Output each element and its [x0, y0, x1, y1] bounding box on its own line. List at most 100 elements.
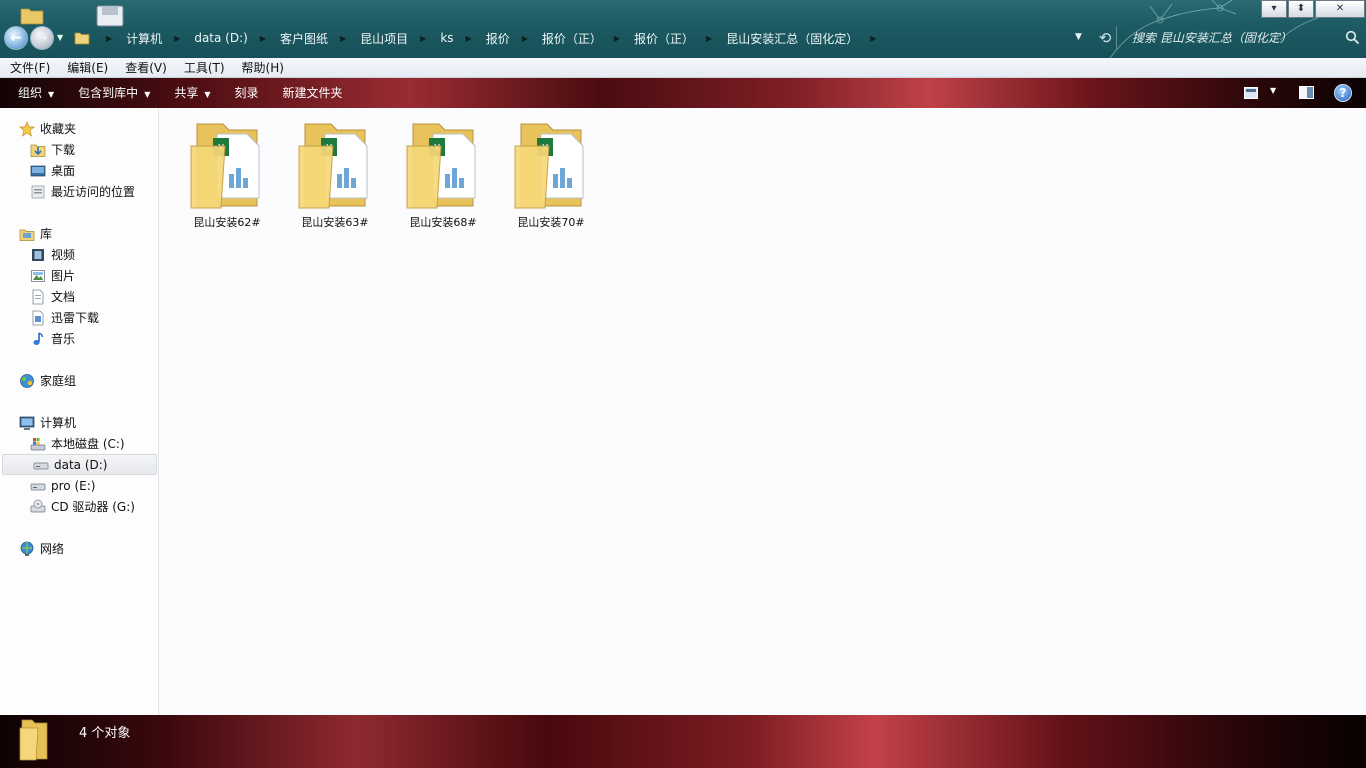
nav-homegroup-label: 家庭组: [40, 374, 77, 388]
address-history-dropdown-icon[interactable]: ▼: [1075, 32, 1082, 42]
homegroup-icon: [20, 373, 34, 388]
file-label: 昆山安装70#: [517, 216, 585, 229]
menu-help[interactable]: 帮助(H): [242, 59, 284, 76]
minimize-button[interactable]: ▾: [1261, 0, 1287, 18]
search-icon[interactable]: [1345, 30, 1360, 45]
breadcrumb-data-d[interactable]: data (D:): [194, 31, 248, 45]
nav-downloads[interactable]: 下载: [0, 139, 157, 160]
breadcrumb-ks[interactable]: ks: [440, 31, 453, 45]
nav-recent-places-label: 最近访问的位置: [51, 185, 136, 199]
drive-icon: [30, 483, 46, 490]
nav-pictures[interactable]: 图片: [0, 265, 157, 286]
close-button[interactable]: ✕: [1315, 0, 1365, 18]
menu-file[interactable]: 文件(F): [10, 59, 50, 76]
include-in-library-label: 包含到库中: [78, 86, 139, 100]
chevron-right-icon[interactable]: ▶: [870, 34, 876, 43]
chevron-right-icon[interactable]: ▶: [174, 34, 180, 43]
maximize-button[interactable]: ⬍: [1288, 0, 1314, 18]
nav-desktop[interactable]: 桌面: [0, 160, 157, 181]
nav-drive-g[interactable]: CD 驱动器 (G:): [0, 496, 157, 517]
breadcrumb-quote-official[interactable]: 报价（正）: [542, 30, 602, 47]
nav-libraries-label: 库: [40, 227, 53, 241]
folder-item[interactable]: X 昆山安装63#: [285, 116, 385, 234]
menu-view[interactable]: 查看(V): [125, 59, 167, 76]
breadcrumb-quote[interactable]: 报价: [486, 30, 510, 47]
cd-drive-icon: [30, 499, 46, 512]
nav-recent-places[interactable]: 最近访问的位置: [0, 181, 157, 202]
nav-homegroup[interactable]: 家庭组: [0, 370, 157, 391]
computer-icon: [19, 416, 35, 430]
library-icon: [19, 229, 35, 241]
search-input[interactable]: [1132, 31, 1342, 45]
nav-drive-e[interactable]: pro (E:): [0, 475, 157, 496]
view-options-caret-icon[interactable]: ▼: [1270, 86, 1276, 106]
chevron-right-icon[interactable]: ▶: [340, 34, 346, 43]
chevron-right-icon[interactable]: ▶: [706, 34, 712, 43]
folder-item[interactable]: X 昆山安装70#: [501, 116, 601, 234]
organize-label: 组织: [18, 86, 43, 100]
organize-button[interactable]: 组织 ▼: [6, 78, 66, 108]
nav-music[interactable]: 音乐: [0, 328, 157, 349]
nav-drive-d-label: data (D:): [54, 457, 108, 472]
back-button[interactable]: ←: [4, 26, 28, 50]
music-icon: [33, 331, 44, 345]
breadcrumb-kunshan-project[interactable]: 昆山项目: [360, 30, 408, 47]
downloads-folder-icon: [30, 144, 46, 157]
nav-computer[interactable]: 计算机: [0, 412, 157, 433]
menu-edit[interactable]: 编辑(E): [67, 59, 108, 76]
chevron-right-icon[interactable]: ▶: [106, 34, 112, 43]
help-icon[interactable]: ?: [1334, 84, 1352, 102]
breadcrumb-quote-official-2[interactable]: 报价（正）: [634, 30, 694, 47]
folder-item[interactable]: X 昆山安装62#: [177, 116, 277, 234]
nav-drive-d[interactable]: data (D:): [2, 454, 157, 475]
new-folder-button[interactable]: 新建文件夹: [271, 78, 355, 108]
refresh-icon[interactable]: ⟲: [1096, 29, 1114, 47]
drive-icon: [33, 462, 49, 469]
nav-videos[interactable]: 视频: [0, 244, 157, 265]
chevron-right-icon[interactable]: ▶: [466, 34, 472, 43]
nav-drive-c-label: 本地磁盘 (C:): [51, 437, 125, 451]
breadcrumb-computer[interactable]: 计算机: [126, 30, 162, 47]
menu-bar: 文件(F) 编辑(E) 查看(V) 工具(T) 帮助(H): [0, 58, 1366, 78]
nav-computer-label: 计算机: [40, 416, 77, 430]
file-list[interactable]: X 昆山安装62# X 昆山安装63# X 昆山安装68#: [160, 108, 1366, 715]
share-button[interactable]: 共享 ▼: [162, 78, 222, 108]
folder-item[interactable]: X 昆山安装68#: [393, 116, 493, 234]
nav-documents[interactable]: 文档: [0, 286, 157, 307]
nav-favorites[interactable]: 收藏夹: [0, 118, 157, 139]
nav-drive-c[interactable]: 本地磁盘 (C:): [0, 433, 157, 454]
folder-icon: [74, 32, 90, 45]
menu-tools[interactable]: 工具(T): [184, 59, 225, 76]
chevron-right-icon[interactable]: ▶: [522, 34, 528, 43]
forward-button[interactable]: →: [30, 26, 54, 50]
chevron-right-icon[interactable]: ▶: [260, 34, 266, 43]
breadcrumb-customer-drawings[interactable]: 客户图纸: [280, 30, 328, 47]
nav-documents-label: 文档: [51, 290, 76, 304]
arrow-left-icon: ←: [10, 30, 22, 46]
command-bar: 组织 ▼ 包含到库中 ▼ 共享 ▼ 刻录 新建文件夹 ▼ ?: [0, 78, 1366, 108]
recent-pages-dropdown-icon[interactable]: ▼: [57, 33, 63, 42]
breadcrumb-current-folder[interactable]: 昆山安装汇总（固化定）: [726, 30, 858, 47]
include-in-library-button[interactable]: 包含到库中 ▼: [66, 78, 162, 108]
item-count: 4 个对象: [79, 726, 131, 741]
documents-icon: [32, 289, 44, 304]
file-label: 昆山安装63#: [301, 216, 369, 229]
chevron-right-icon[interactable]: ▶: [420, 34, 426, 43]
nav-downloads-label: 下载: [51, 143, 76, 157]
chevron-right-icon[interactable]: ▶: [614, 34, 620, 43]
nav-network[interactable]: 网络: [0, 538, 157, 559]
burn-button[interactable]: 刻录: [223, 78, 271, 108]
file-label: 昆山安装62#: [193, 216, 261, 229]
nav-libraries[interactable]: 库: [0, 223, 157, 244]
search-box[interactable]: [1116, 26, 1366, 50]
change-view-icon[interactable]: [1244, 87, 1258, 99]
video-icon: [32, 248, 44, 261]
nav-favorites-label: 收藏夹: [40, 122, 77, 136]
address-bar[interactable]: ▶ 计算机 ▶ data (D:) ▶ 客户图纸 ▶ 昆山项目 ▶ ks ▶ 报…: [70, 26, 1090, 50]
nav-thunder-downloads[interactable]: 迅雷下载: [0, 307, 157, 328]
folder-icon: [19, 719, 48, 761]
preview-pane-icon[interactable]: [1299, 86, 1314, 99]
nav-drive-e-label: pro (E:): [51, 478, 96, 493]
excel-folder-icon: X: [406, 123, 476, 209]
system-drive-icon: [30, 437, 46, 450]
